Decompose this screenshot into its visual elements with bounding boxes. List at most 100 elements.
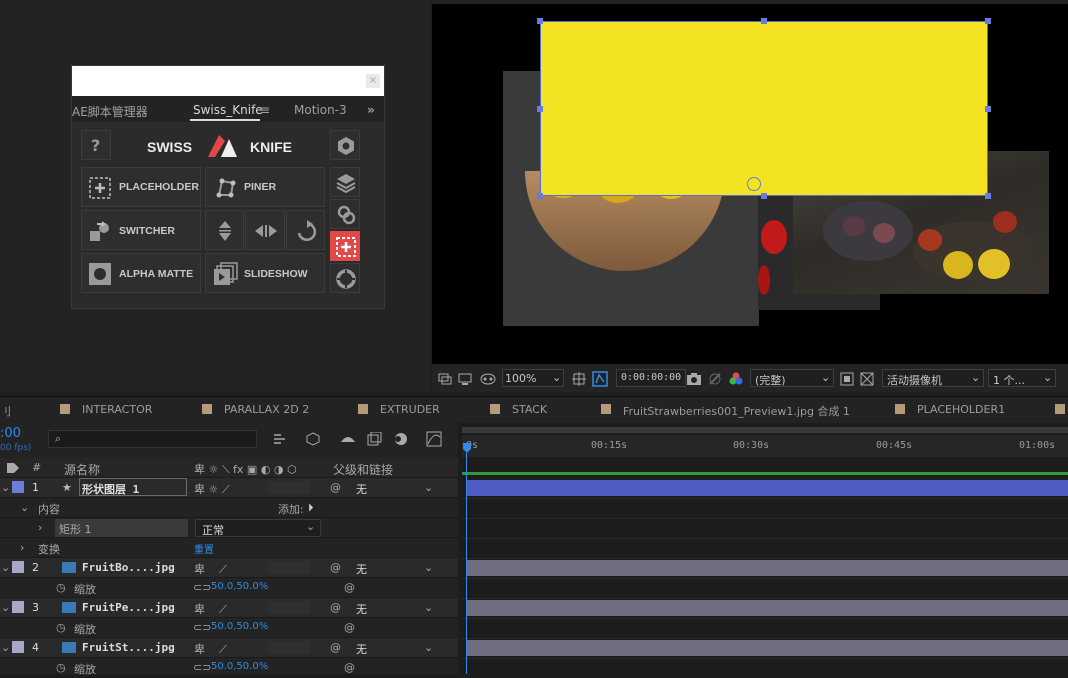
color-channels-icon[interactable]	[729, 372, 743, 386]
parent-dropdown[interactable]: 无	[356, 481, 367, 497]
pickwhip-icon[interactable]: @	[330, 641, 341, 654]
comp-mini-flowchart-icon[interactable]	[272, 432, 288, 446]
slideshow-button[interactable]: SLIDESHOW	[205, 253, 325, 293]
current-time[interactable]: :00	[0, 426, 21, 441]
layer-4-duration-bar[interactable]	[466, 640, 1068, 656]
reset-link[interactable]: 重置	[194, 541, 214, 556]
tab-stack[interactable]: STACK	[512, 403, 547, 416]
layer-name-field[interactable]: 形状图层 1	[79, 478, 187, 496]
switch-cells[interactable]	[268, 601, 310, 614]
tab-motion-3[interactable]: Motion-3	[294, 103, 347, 117]
layer-name[interactable]: FruitBo....jpg	[82, 561, 175, 574]
rotate-button[interactable]	[286, 210, 325, 250]
switch-cells[interactable]	[268, 641, 310, 654]
layer-row[interactable]: ⌄ 1 ★ 形状图层 1 卑 ☼ ⟋ @ 无 ⌄	[0, 478, 458, 498]
mask-path-icon[interactable]	[592, 371, 608, 387]
chevron-down-icon[interactable]: ⌄	[1, 601, 10, 614]
column-parent-link[interactable]: 父级和链接	[333, 461, 393, 478]
chevron-right-icon[interactable]: ›	[38, 521, 42, 534]
tab-overflow[interactable]: 刂	[0, 403, 11, 419]
layer-1-duration-bar[interactable]	[466, 480, 1068, 496]
layer-search-input[interactable]: ⌕	[48, 430, 257, 448]
motion-blur-icon[interactable]	[393, 432, 409, 446]
layer-name[interactable]: FruitPe....jpg	[82, 601, 175, 614]
anchor-point-icon[interactable]	[747, 177, 761, 191]
placeholder-button[interactable]: PLACEHOLDER	[81, 167, 201, 207]
close-icon[interactable]: ×	[366, 74, 380, 88]
playhead-line[interactable]	[466, 453, 467, 674]
resize-handle[interactable]	[761, 18, 767, 24]
layer-3-duration-bar[interactable]	[466, 600, 1068, 616]
column-source-name[interactable]: 源名称	[64, 461, 100, 478]
region-of-interest-icon[interactable]	[840, 372, 854, 386]
resize-handle[interactable]	[985, 106, 991, 112]
label-color-swatch[interactable]	[12, 561, 24, 573]
blend-mode-dropdown[interactable]: 正常 ⌄	[195, 519, 321, 537]
zoom-dropdown[interactable]: 100% ⌄	[502, 369, 564, 387]
mask-visibility-icon[interactable]	[480, 373, 496, 385]
tab-interactor[interactable]: INTERACTOR	[82, 403, 152, 416]
chevron-down-icon[interactable]: ⌄	[424, 601, 433, 614]
label-color-swatch[interactable]	[12, 641, 24, 653]
scale-value[interactable]: 50.0,50.0%	[211, 581, 268, 592]
stopwatch-icon[interactable]: ◷	[56, 581, 66, 594]
support-button[interactable]	[330, 263, 360, 293]
layer-2-duration-bar[interactable]	[466, 560, 1068, 576]
layer-switches[interactable]: 卑 ☼ ⟋	[194, 481, 230, 497]
switcher-button[interactable]: SWITCHER	[81, 210, 201, 250]
parent-dropdown[interactable]: 无	[356, 641, 367, 657]
tab-swiss-knife[interactable]: Swiss_Knife	[193, 103, 263, 117]
resize-handle[interactable]	[537, 106, 543, 112]
show-snapshot-icon[interactable]	[708, 372, 722, 386]
layer-row[interactable]: ⌄ 2 FruitBo....jpg 卑 ⟋ @ 无 ⌄	[0, 558, 458, 578]
resize-handle[interactable]	[761, 193, 767, 199]
layer-switches[interactable]: 卑 ⟋	[194, 561, 227, 577]
time-ruler[interactable]: 0s 00:15s 00:30s 00:45s 01:00s	[462, 435, 1068, 457]
help-button[interactable]: ?	[81, 130, 111, 160]
resize-handle[interactable]	[537, 18, 543, 24]
constrain-link-icon[interactable]: ⊂⊃	[193, 661, 211, 674]
chevron-down-icon[interactable]: ⌄	[424, 481, 433, 494]
tab-parallax-2d-2[interactable]: PARALLAX 2D 2	[224, 403, 309, 416]
layer-name[interactable]: FruitSt....jpg	[82, 641, 175, 654]
monitor-icon[interactable]	[458, 373, 472, 385]
timecode-field[interactable]: 0:00:00:00	[616, 369, 686, 387]
link-button[interactable]	[330, 199, 360, 229]
resize-handle[interactable]	[985, 193, 991, 199]
camera-dropdown[interactable]: 活动摄像机 ⌄	[882, 369, 984, 387]
views-dropdown[interactable]: 1 个... ⌄	[988, 369, 1056, 387]
stopwatch-icon[interactable]: ◷	[56, 621, 66, 634]
shape-layer-rectangle[interactable]	[537, 18, 991, 199]
panel-menu-icon[interactable]: ≡	[260, 103, 270, 117]
layer-row[interactable]: ⌄ 3 FruitPe....jpg 卑 ⟋ @ 无 ⌄	[0, 598, 458, 618]
tab-ae-script-manager[interactable]: AE脚本管理器	[72, 103, 148, 120]
transparency-grid-icon[interactable]	[860, 372, 874, 386]
vertical-align-button[interactable]	[205, 210, 244, 250]
constrain-link-icon[interactable]: ⊂⊃	[193, 581, 211, 594]
chevron-down-icon[interactable]: ⌄	[424, 641, 433, 654]
chevron-right-icon[interactable]: ›	[20, 541, 24, 554]
camera-snapshot-icon[interactable]	[686, 372, 702, 386]
switch-cells[interactable]	[268, 561, 310, 574]
pickwhip-icon[interactable]: @	[330, 601, 341, 614]
scale-value[interactable]: 50.0,50.0%	[211, 621, 268, 632]
frame-blending-icon[interactable]	[367, 432, 383, 446]
add-placeholder-button[interactable]	[330, 231, 360, 261]
horizontal-flip-button[interactable]	[245, 210, 285, 250]
parent-dropdown[interactable]: 无	[356, 561, 367, 577]
label-color-swatch[interactable]	[12, 481, 24, 493]
pickwhip-icon[interactable]: @	[330, 481, 341, 494]
rectangle-name-field[interactable]: 矩形 1	[55, 519, 188, 537]
parent-dropdown[interactable]: 无	[356, 601, 367, 617]
settings-hex-button[interactable]	[330, 130, 360, 160]
tab-extruder[interactable]: EXTRUDER	[380, 403, 440, 416]
add-play-icon[interactable]: ⏵	[308, 501, 314, 515]
pickwhip-icon[interactable]: @	[344, 581, 355, 594]
panel-title-bar[interactable]: ×	[72, 66, 384, 96]
alpha-matte-button[interactable]: ALPHA MATTE	[81, 253, 201, 293]
draft-3d-icon[interactable]	[305, 431, 321, 447]
pickwhip-icon[interactable]: @	[344, 621, 355, 634]
pickwhip-icon[interactable]: @	[330, 561, 341, 574]
shy-layers-icon[interactable]	[340, 432, 356, 446]
chevron-down-icon[interactable]: ⌄	[1, 561, 10, 574]
